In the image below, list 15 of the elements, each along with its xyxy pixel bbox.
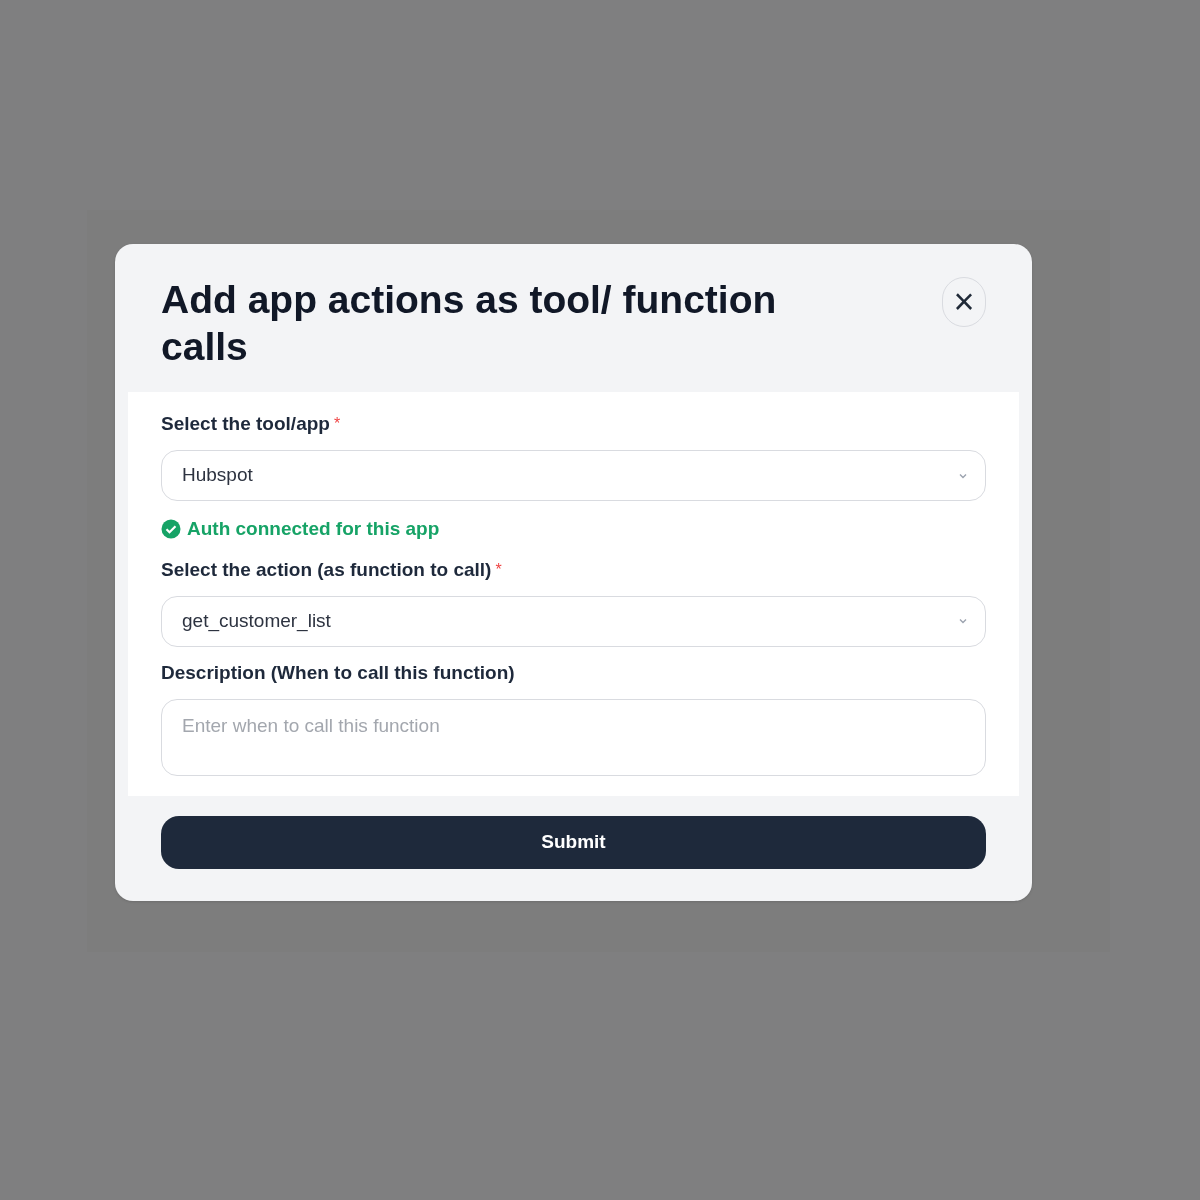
submit-button[interactable]: Submit: [161, 815, 986, 869]
description-field[interactable]: Enter when to call this function: [161, 698, 986, 776]
dialog-title: Add app actions as tool/ function calls: [161, 277, 778, 370]
field-label: Description (When to call this function): [161, 660, 515, 685]
field-label: Select the action (as function to call): [161, 557, 492, 582]
required-mark: *: [495, 559, 502, 580]
required-mark: *: [333, 414, 341, 434]
select-field[interactable]: Hubspot: [161, 450, 986, 501]
chevron-down-icon: [957, 471, 969, 480]
field-label: Select the tool/app: [161, 412, 330, 436]
chevron-down-icon: [957, 617, 969, 625]
close-button[interactable]: ×: [942, 277, 986, 327]
select-field[interactable]: get_customer_list: [161, 595, 986, 647]
check-circle-icon: [161, 519, 181, 540]
auth-status: Auth connected for this app: [187, 517, 440, 541]
